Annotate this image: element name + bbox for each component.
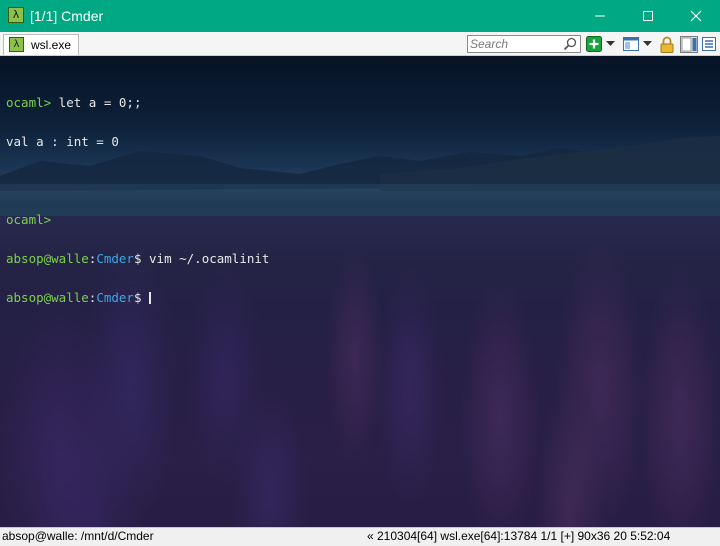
lock-icon <box>660 36 674 53</box>
console-line: absop@walle:Cmder$ vim ~/.ocamlinit <box>6 252 269 265</box>
status-bar: absop@walle: /mnt/d/Cmder « 210304[64] w… <box>0 527 720 546</box>
dropdown-arrow-icon <box>605 41 615 46</box>
console-line: ocaml> let a = 0;; <box>6 96 269 109</box>
add-console-button[interactable] <box>585 35 602 53</box>
tab-wsl[interactable]: λ wsl.exe <box>3 34 79 55</box>
maximize-button[interactable] <box>624 0 672 32</box>
console-line: absop@walle:Cmder$ <box>6 291 269 304</box>
dropdown-arrow-icon <box>642 41 652 46</box>
add-console-icon <box>585 36 602 52</box>
console-line: val a : int = 0 <box>6 134 119 149</box>
text-cursor <box>149 292 152 304</box>
view-split-icon <box>622 37 639 51</box>
search-input[interactable] <box>470 36 562 52</box>
shell-user-host: absop@walle <box>6 290 89 305</box>
lambda-icon: λ <box>9 37 24 52</box>
console-line: ocaml> <box>6 213 269 226</box>
terminal-console[interactable]: ocaml> let a = 0;; val a : int = 0 ocaml… <box>0 56 720 527</box>
current-directory: Cmder <box>96 251 134 266</box>
close-button[interactable] <box>672 0 720 32</box>
ocaml-prompt: ocaml> <box>6 95 52 110</box>
split-view-button[interactable] <box>622 35 639 53</box>
ocaml-prompt: ocaml> <box>6 212 52 227</box>
window-title: [1/1] Cmder <box>30 8 104 24</box>
cmder-lambda-icon[interactable]: λ <box>8 7 24 23</box>
console-input-text: let a = 0;; <box>51 95 142 110</box>
search-box[interactable] <box>467 35 581 53</box>
search-icon[interactable] <box>563 37 577 51</box>
new-console-dropdown[interactable] <box>604 35 616 53</box>
console-output: ocaml> let a = 0;; val a : int = 0 ocaml… <box>6 70 269 330</box>
close-icon <box>690 10 702 22</box>
current-directory: Cmder <box>96 290 134 305</box>
menu-button[interactable] <box>700 35 717 53</box>
hamburger-menu-icon <box>701 37 716 51</box>
minimize-icon <box>595 15 605 17</box>
status-info: « 210304[64] wsl.exe[64]:13784 1/1 [+] 9… <box>367 529 671 543</box>
shell-command <box>142 290 150 305</box>
shell-user-host: absop@walle <box>6 251 89 266</box>
title-bar[interactable]: λ [1/1] Cmder <box>0 0 720 32</box>
shell-command: vim ~/.ocamlinit <box>141 251 270 266</box>
status-path: absop@walle: /mnt/d/Cmder <box>2 529 154 543</box>
dollar-prompt: $ <box>133 290 142 305</box>
maximize-icon <box>643 11 653 21</box>
panel-toggle-icon <box>679 35 698 53</box>
dollar-prompt: $ <box>133 251 142 266</box>
view-dropdown[interactable] <box>641 35 653 53</box>
tab-label: wsl.exe <box>31 38 72 52</box>
panel-toggle-button[interactable] <box>679 35 698 53</box>
lock-button[interactable] <box>659 35 675 53</box>
minimize-button[interactable] <box>576 0 624 32</box>
